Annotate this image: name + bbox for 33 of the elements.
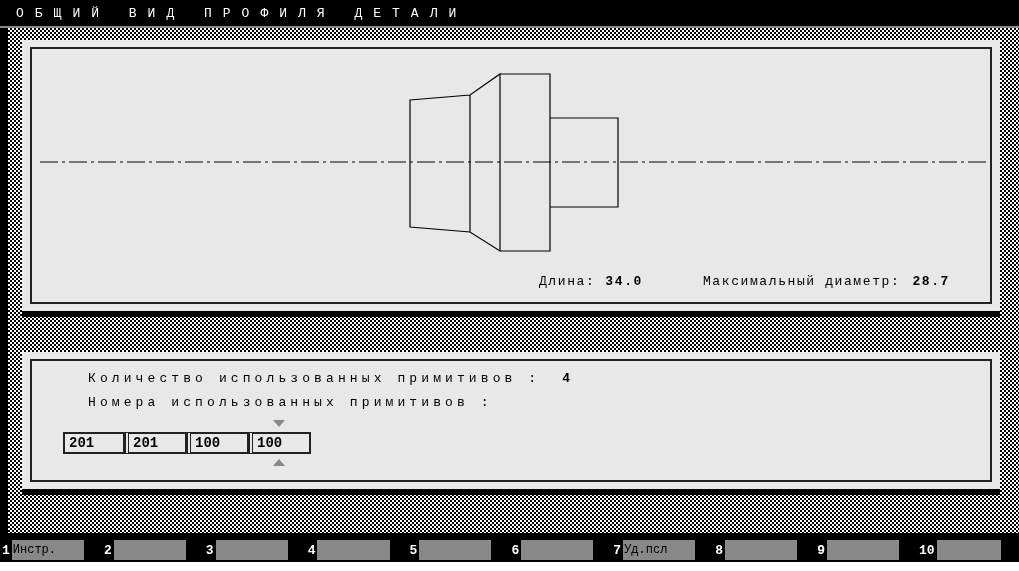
count-value: 4 [562, 371, 575, 386]
function-key-button[interactable] [215, 540, 288, 560]
window-title: ОБЩИЙ ВИД ПРОФИЛЯ ДЕТАЛИ [16, 5, 468, 21]
diameter-value: 28.7 [912, 274, 950, 289]
function-key-number: 7 [612, 542, 623, 558]
function-key-button[interactable] [725, 540, 798, 560]
function-key-number: 5 [408, 542, 419, 558]
length-label: Длина: [538, 274, 596, 289]
function-key-button[interactable] [936, 540, 1001, 560]
function-key-button[interactable] [113, 540, 186, 560]
count-label: Количество использованных примитивов : [88, 371, 541, 386]
function-key-button[interactable] [521, 540, 594, 560]
primitive-number-cell[interactable]: 100 [249, 432, 311, 454]
function-key-button[interactable] [317, 540, 390, 560]
diameter-label: Максимальный диаметр: [702, 274, 901, 289]
function-key-number: 6 [510, 542, 521, 558]
primitive-number-cell[interactable]: 201 [125, 432, 187, 454]
function-key-button[interactable] [419, 540, 492, 560]
function-key-number: 4 [306, 542, 317, 558]
function-key-number: 1 [1, 542, 11, 558]
function-key-button[interactable] [826, 540, 899, 560]
function-key-number: 8 [714, 542, 725, 558]
primitive-number-cell[interactable]: 100 [187, 432, 249, 454]
primitive-number-cell[interactable]: 201 [63, 432, 125, 454]
function-key-number: 2 [102, 542, 113, 558]
function-key-number: 10 [918, 542, 936, 558]
length-value: 34.0 [605, 274, 643, 289]
function-key-button[interactable]: Инстр. [11, 540, 84, 560]
function-key-button[interactable]: Уд.псл [623, 540, 696, 560]
function-key-number: 9 [816, 542, 826, 558]
down-triangle-icon [273, 420, 285, 427]
function-key-number: 3 [204, 542, 215, 558]
numbers-label: Номера использованных примитивов : [88, 395, 493, 410]
